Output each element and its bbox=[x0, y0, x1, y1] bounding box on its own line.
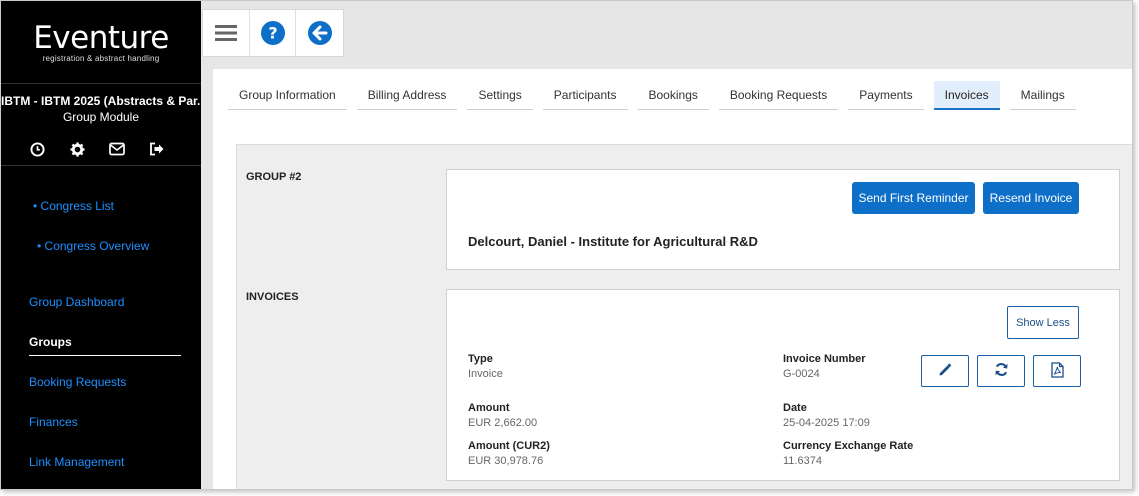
content-area: GROUP #2 Send First Reminder Resend Invo… bbox=[236, 144, 1132, 489]
sidebar-item-congress-list[interactable]: • Congress List bbox=[33, 199, 114, 213]
regenerate-invoice-button[interactable] bbox=[977, 355, 1025, 387]
main-panel: Group Information Billing Address Settin… bbox=[213, 69, 1132, 489]
group-card: Send First Reminder Resend Invoice Delco… bbox=[446, 169, 1120, 270]
exchange-rate-value: 11.6374 bbox=[783, 455, 822, 467]
amount-label: Amount bbox=[468, 402, 510, 414]
sidebar-icon-bar bbox=[28, 140, 166, 158]
active-indicator bbox=[29, 355, 181, 356]
invoices-section-label: INVOICES bbox=[246, 291, 299, 303]
tab-bookings[interactable]: Bookings bbox=[637, 81, 709, 110]
sidebar-item-booking-requests[interactable]: Booking Requests bbox=[29, 375, 126, 389]
tab-booking-requests[interactable]: Booking Requests bbox=[718, 81, 839, 110]
sidebar-item-congress-overview[interactable]: • Congress Overview bbox=[37, 239, 149, 253]
download-pdf-button[interactable] bbox=[1033, 355, 1081, 387]
envelope-icon[interactable] bbox=[108, 140, 126, 158]
divider bbox=[1, 83, 201, 84]
amount-value: EUR 2,662.00 bbox=[468, 417, 538, 429]
logo-subtitle: registration & abstract handling bbox=[42, 54, 160, 63]
tab-invoices[interactable]: Invoices bbox=[933, 81, 1000, 110]
amount-cur2-label: Amount (CUR2) bbox=[468, 440, 550, 452]
tab-mailings[interactable]: Mailings bbox=[1009, 81, 1076, 110]
date-value: 25-04-2025 17:09 bbox=[783, 417, 870, 429]
date-label: Date bbox=[783, 402, 807, 414]
tab-group-information[interactable]: Group Information bbox=[228, 81, 347, 110]
tab-billing-address[interactable]: Billing Address bbox=[356, 81, 458, 110]
tab-payments[interactable]: Payments bbox=[848, 81, 924, 110]
divider bbox=[1, 165, 201, 166]
gear-icon[interactable] bbox=[68, 140, 86, 158]
tab-bar: Group Information Billing Address Settin… bbox=[228, 81, 1086, 110]
type-label: Type bbox=[468, 353, 493, 365]
app-window: Eventure registration & abstract handlin… bbox=[0, 0, 1133, 490]
help-icon[interactable]: ? bbox=[250, 10, 297, 56]
sidebar: Eventure registration & abstract handlin… bbox=[1, 1, 201, 489]
menu-icon[interactable] bbox=[203, 10, 250, 56]
invoice-card: Show Less Type Invoice Invoice Number G-… bbox=[446, 289, 1120, 481]
clock-icon[interactable] bbox=[28, 140, 46, 158]
back-arrow-icon[interactable] bbox=[296, 10, 343, 56]
exchange-rate-label: Currency Exchange Rate bbox=[783, 440, 914, 452]
svg-text:?: ? bbox=[268, 24, 277, 43]
tab-participants[interactable]: Participants bbox=[542, 81, 628, 110]
type-value: Invoice bbox=[468, 368, 503, 380]
logo: Eventure registration & abstract handlin… bbox=[1, 20, 201, 64]
resend-invoice-button[interactable]: Resend Invoice bbox=[983, 182, 1079, 214]
invoice-number-label: Invoice Number bbox=[783, 353, 866, 365]
top-toolbar: ? bbox=[202, 9, 344, 57]
send-first-reminder-button[interactable]: Send First Reminder bbox=[852, 182, 975, 214]
logo-title: Eventure bbox=[33, 20, 169, 56]
edit-invoice-button[interactable] bbox=[921, 355, 969, 387]
pencil-icon bbox=[938, 362, 952, 380]
module-name: Group Module bbox=[62, 110, 140, 124]
logout-icon[interactable] bbox=[148, 140, 166, 158]
invoice-number-value: G-0024 bbox=[783, 368, 820, 380]
amount-cur2-value: EUR 30,978.76 bbox=[468, 455, 544, 467]
sidebar-item-group-dashboard[interactable]: Group Dashboard bbox=[29, 295, 124, 309]
sidebar-item-finances[interactable]: Finances bbox=[29, 415, 78, 429]
group-contact-name: Delcourt, Daniel - Institute for Agricul… bbox=[468, 234, 758, 249]
congress-title: IBTM - IBTM 2025 (Abstracts & Par... bbox=[1, 94, 201, 108]
sidebar-item-link-management[interactable]: Link Management bbox=[29, 455, 124, 469]
group-section-label: GROUP #2 bbox=[246, 171, 302, 183]
show-less-button[interactable]: Show Less bbox=[1007, 306, 1079, 339]
pdf-icon bbox=[1050, 361, 1064, 381]
tab-settings[interactable]: Settings bbox=[467, 81, 533, 110]
refresh-icon bbox=[994, 362, 1009, 380]
sidebar-item-groups[interactable]: Groups bbox=[29, 335, 72, 349]
